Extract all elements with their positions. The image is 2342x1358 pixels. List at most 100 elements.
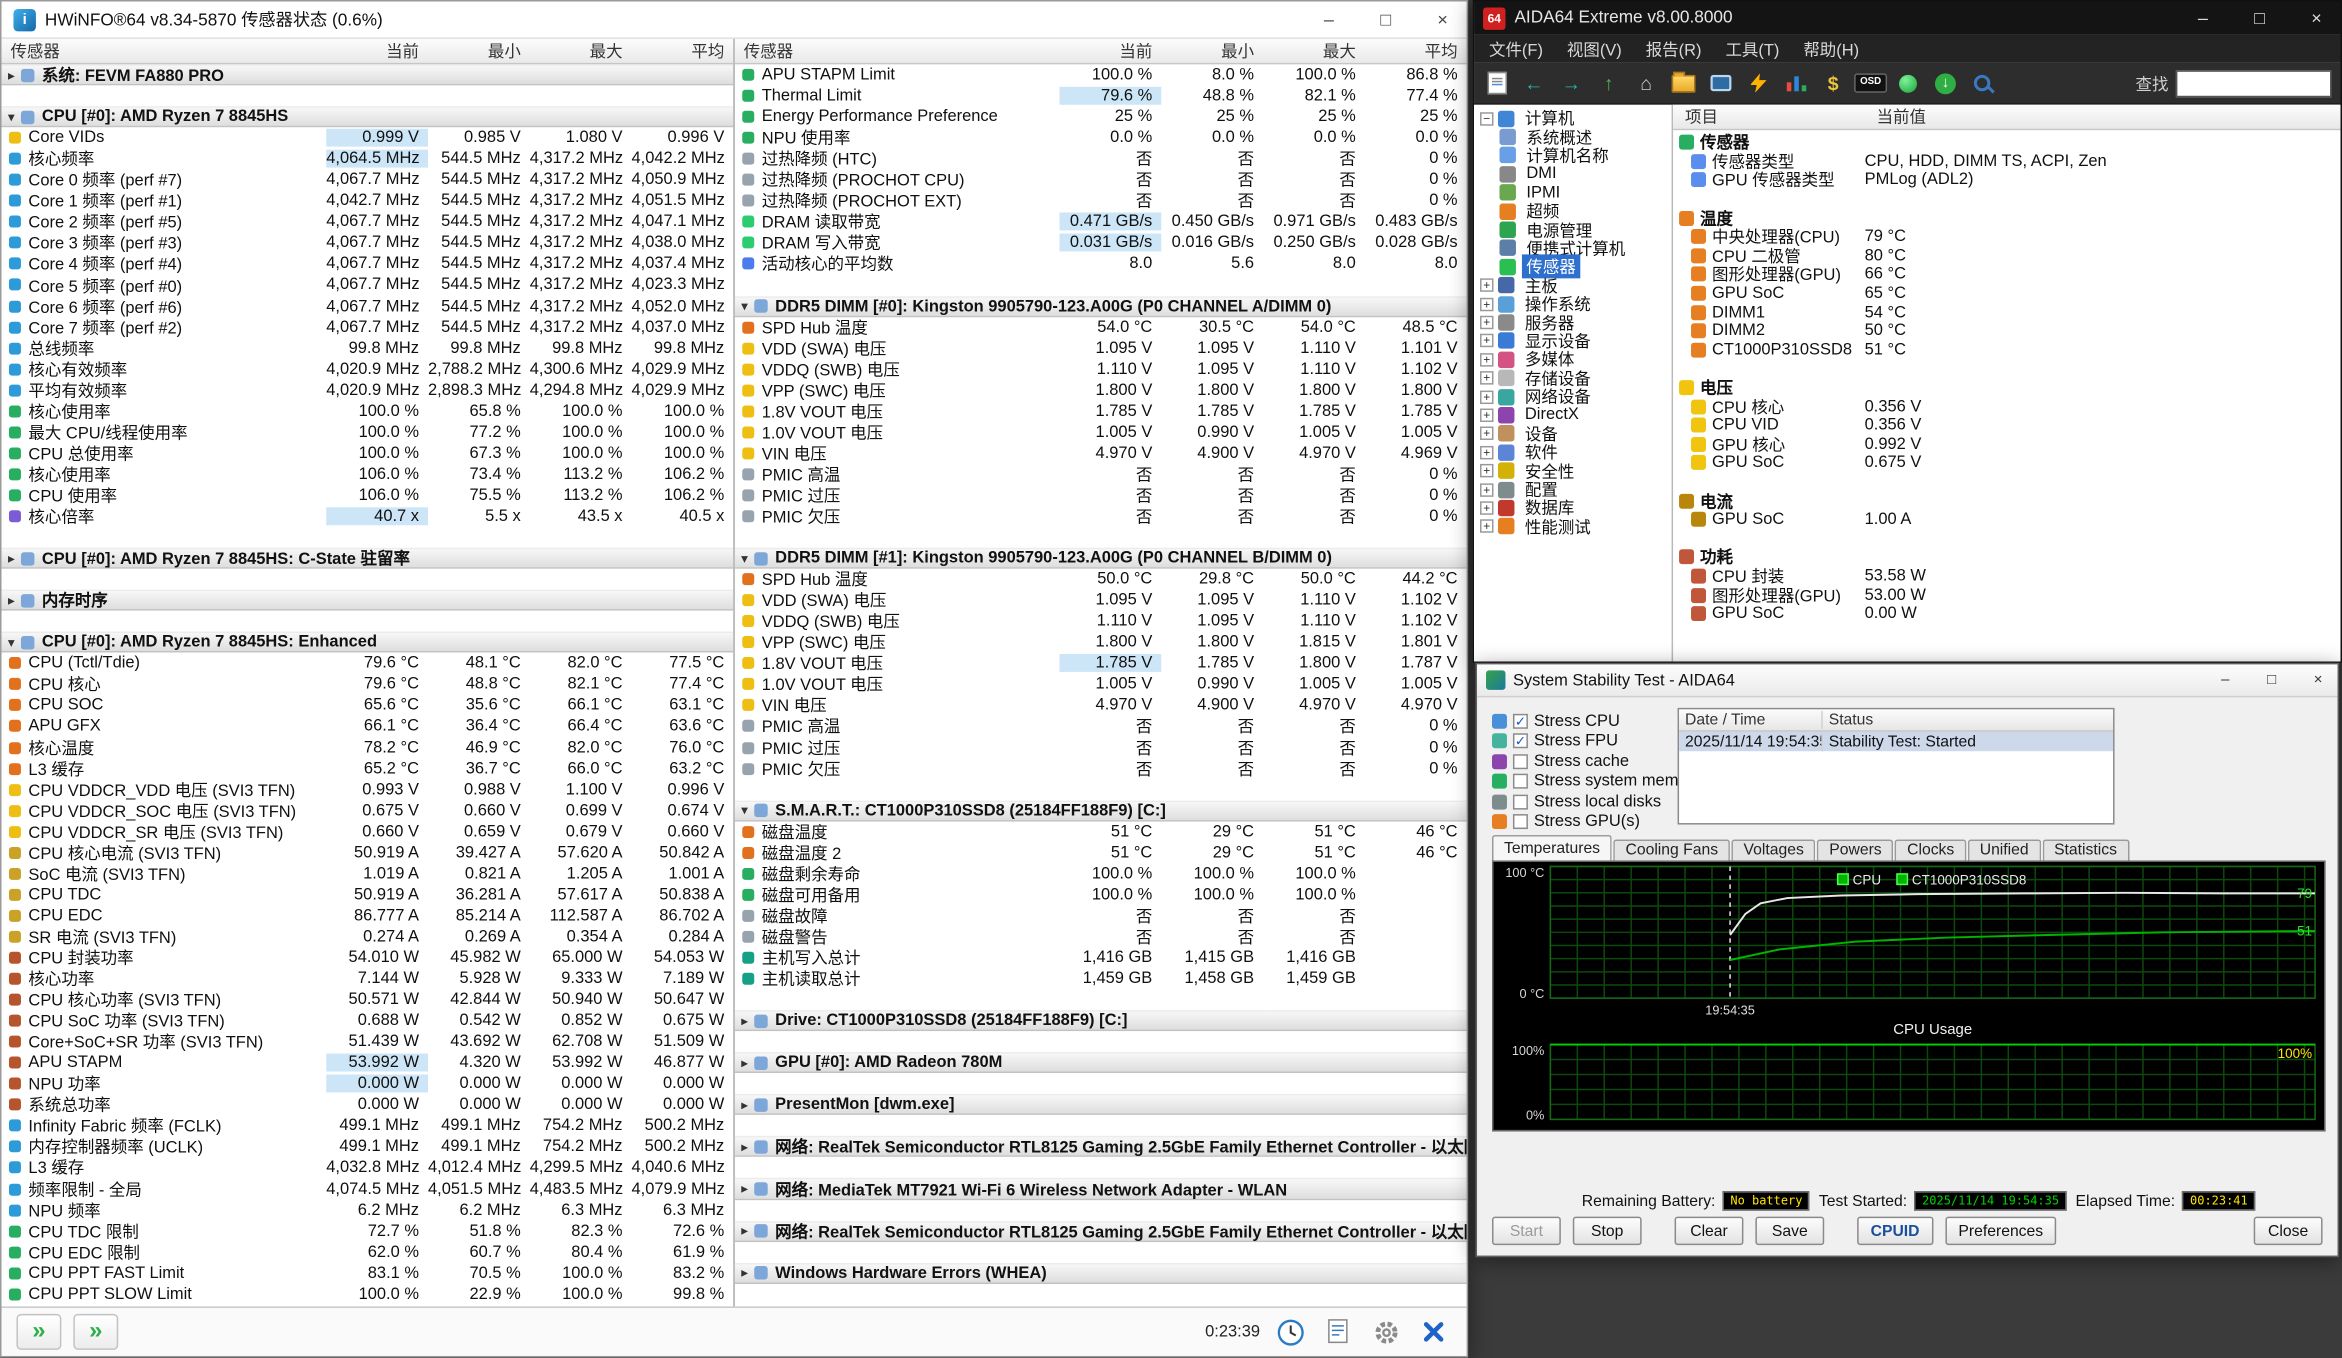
checkbox[interactable] <box>1512 774 1528 790</box>
sensor-row[interactable]: VDDQ (SWB) 电压 1.110 V 1.095 V 1.110 V 1.102 … <box>735 611 1467 632</box>
cpuid-button[interactable]: CPUID <box>1857 1216 1933 1246</box>
sensor-row[interactable]: 平均有效频率 4,020.9 MHz 2,898.3 MHz 4,294.8 MHz 4… <box>1 380 733 401</box>
sensor-row[interactable]: Core 0 频率 (perf #7) 4,067.7 MHz 544.5 MHz 4… <box>1 169 733 190</box>
expand-icon[interactable]: + <box>1480 371 1494 385</box>
sensor-row[interactable]: CPU PPT SLOW Limit 100.0 % 22.9 % 100.0 % 99… <box>1 1284 733 1305</box>
osd-icon[interactable]: OSD <box>1854 70 1888 97</box>
sensor-row[interactable]: Core 6 频率 (perf #6) 4,067.7 MHz 544.5 MHz 4… <box>1 296 733 317</box>
content-row[interactable]: GPU SoC 1.00 A <box>1673 510 2340 529</box>
sensor-row[interactable]: NPU 频率 6.2 MHz 6.2 MHz 6.3 MHz 6.3 MHz <box>1 1199 733 1220</box>
content-row[interactable]: GPU SoC 65 °C <box>1673 284 2340 303</box>
content-row[interactable]: GPU SoC 0.675 V <box>1673 454 2340 473</box>
folder-icon[interactable] <box>1670 70 1697 97</box>
expand-icon[interactable]: + <box>1480 297 1494 311</box>
sensor-row[interactable]: CPU PPT FAST Limit 83.1 % 70.5 % 100.0 % 83.… <box>1 1263 733 1284</box>
sensor-row[interactable]: L3 缓存 65.2 °C 36.7 °C 66.0 °C 63.2 °C <box>1 758 733 779</box>
tab-voltages[interactable]: Voltages <box>1731 839 1816 861</box>
tree-item-dmi[interactable]: DMI <box>1474 165 1672 184</box>
content-row[interactable]: DIMM1 54 °C <box>1673 303 2340 322</box>
expand-icon[interactable]: ▸ <box>735 1056 754 1069</box>
sensor-row[interactable]: 最大 CPU/线程使用率 100.0 % 77.2 % 100.0 % 100.0 % <box>1 422 733 443</box>
sensor-row[interactable]: 核心温度 78.2 °C 46.9 °C 82.0 °C 76.0 °C <box>1 737 733 758</box>
search-input[interactable] <box>2175 69 2332 97</box>
sensor-row[interactable]: Thermal Limit 79.6 % 48.8 % 82.1 % 77.4 % <box>735 85 1467 106</box>
collapse-icon[interactable]: ▾ <box>1 636 20 649</box>
chart-icon[interactable] <box>1782 70 1809 97</box>
sensor-row[interactable]: VIN 电压 4.970 V 4.900 V 4.970 V 4.970 V <box>735 695 1467 716</box>
menu-item[interactable]: 视图(V) <box>1555 37 1634 61</box>
sensor-row[interactable]: Infinity Fabric 频率 (FCLK) 499.1 MHz 499.1 … <box>1 1115 733 1136</box>
maximize-button[interactable]: □ <box>1362 1 1410 37</box>
stress-option[interactable]: Stress CPU <box>1492 711 1701 731</box>
sensor-row[interactable]: 系统总功率 0.000 W 0.000 W 0.000 W 0.000 W <box>1 1094 733 1115</box>
sensor-row[interactable]: L3 缓存 4,032.8 MHz 4,012.4 MHz 4,299.5 MHz 4,… <box>1 1157 733 1178</box>
close-button[interactable]: Close <box>2253 1216 2323 1246</box>
sensor-row[interactable]: 核心频率 4,064.5 MHz 544.5 MHz 4,317.2 MHz 4,042… <box>1 148 733 169</box>
expand-icon[interactable]: ▸ <box>735 1266 754 1279</box>
sensor-row[interactable]: CPU SOC 65.6 °C 35.6 °C 66.1 °C 63.1 °C <box>1 695 733 716</box>
monitor-icon[interactable] <box>1707 70 1734 97</box>
tab-unified[interactable]: Unified <box>1967 839 2041 861</box>
reset-minmax-button[interactable] <box>73 1313 119 1350</box>
sensor-row[interactable]: 1.8V VOUT 电压 1.785 V 1.785 V 1.800 V 1.787 V <box>735 653 1467 674</box>
stop-button[interactable]: Stop <box>1572 1216 1642 1246</box>
report-icon[interactable] <box>1483 70 1510 97</box>
collapse-icon[interactable]: ▾ <box>735 552 754 565</box>
minimize-button[interactable]: – <box>1305 1 1353 37</box>
content-row[interactable]: CPU 核心 0.356 V <box>1673 397 2340 417</box>
sensor-group-header[interactable]: ▸ GPU [#0]: AMD Radeon 780M <box>734 1052 1467 1074</box>
checkbox[interactable] <box>1512 753 1528 769</box>
close-button[interactable]: × <box>2293 1 2341 34</box>
sensor-group-header[interactable]: ▾ S.M.A.R.T.: CT1000P310SSD8 (25184FF188F… <box>734 800 1467 822</box>
sensor-row[interactable]: 核心使用率 100.0 % 65.8 % 100.0 % 100.0 % <box>1 401 733 422</box>
minimize-button[interactable]: – <box>2206 664 2245 695</box>
search-icon[interactable] <box>1969 70 1996 97</box>
sensor-row[interactable]: 过热降频 (PROCHOT CPU) 否否否 0 % <box>735 169 1467 190</box>
sensor-row[interactable]: VDD (SWA) 电压 1.095 V 1.095 V 1.110 V 1.102 V <box>735 590 1467 611</box>
sensor-row[interactable]: SPD Hub 温度 54.0 °C 30.5 °C 54.0 °C 48.5 °C <box>735 317 1467 338</box>
expand-icon[interactable]: + <box>1480 445 1494 460</box>
sensor-row[interactable]: 核心倍率 40.7 x 5.5 x 43.5 x 40.5 x <box>1 506 733 527</box>
log-column-status[interactable]: Status <box>1823 711 2113 729</box>
sensor-row[interactable]: 1.0V VOUT 电压 1.005 V 0.990 V 1.005 V 1.005 V <box>735 674 1467 695</box>
sensor-row[interactable]: CPU TDC 限制 72.7 % 51.8 % 82.3 % 72.6 % <box>1 1221 733 1242</box>
sensor-row[interactable]: 1.8V VOUT 电压 1.785 V 1.785 V 1.785 V 1.785 V <box>735 401 1467 422</box>
expand-icon[interactable]: + <box>1480 315 1494 330</box>
sensor-row[interactable]: 主机读取总计 1,459 GB 1,458 GB 1,459 GB <box>735 968 1467 989</box>
expand-icon[interactable]: + <box>1480 389 1494 404</box>
expand-icon[interactable]: + <box>1480 352 1494 367</box>
expand-icon[interactable]: ▸ <box>1 594 20 607</box>
close-button[interactable]: × <box>2299 664 2338 695</box>
column-current[interactable]: 当前 <box>326 39 428 63</box>
content-row[interactable]: GPU 核心 0.992 V <box>1673 435 2340 455</box>
expand-icon[interactable]: + <box>1480 482 1494 497</box>
lightning-icon[interactable] <box>1745 70 1772 97</box>
column-sensor[interactable]: 传感器 <box>1 39 326 63</box>
sensor-row[interactable]: APU GFX 66.1 °C 36.4 °C 66.4 °C 63.6 °C <box>1 716 733 737</box>
tab-cooling-fans[interactable]: Cooling Fans <box>1613 839 1731 861</box>
expand-icon[interactable]: + <box>1480 426 1494 441</box>
sensor-row[interactable]: Core 4 频率 (perf #4) 4,067.7 MHz 544.5 MHz 4… <box>1 254 733 275</box>
sensor-row[interactable]: NPU 使用率 0.0 % 0.0 % 0.0 % 0.0 % <box>735 127 1467 148</box>
sensor-row[interactable]: 磁盘警告否否否 <box>735 926 1467 947</box>
sensor-row[interactable]: 核心有效频率 4,020.9 MHz 2,788.2 MHz 4,300.6 MHz 4… <box>1 359 733 380</box>
sensor-row[interactable]: PMIC 过压否否否 0 % <box>735 485 1467 506</box>
sensor-row[interactable]: CPU 核心功率 (SVI3 TFN) 50.571 W 42.844 W 50.94… <box>1 989 733 1010</box>
reset-values-button[interactable] <box>16 1313 62 1350</box>
forward-icon[interactable]: → <box>1558 70 1585 97</box>
column-max[interactable]: 最大 <box>530 39 632 63</box>
content-row[interactable]: DIMM2 50 °C <box>1673 322 2340 341</box>
tree-item-name[interactable]: 计算机名称 <box>1474 146 1672 166</box>
expand-icon[interactable]: ▸ <box>735 1098 754 1111</box>
sensor-row[interactable]: Energy Performance Preference 25 % 25 % 25 … <box>735 106 1467 127</box>
exit-button[interactable] <box>1416 1314 1452 1350</box>
sensor-row[interactable]: 磁盘温度 2 51 °C 29 °C 51 °C 46 °C <box>735 842 1467 863</box>
sensor-panel-icon[interactable] <box>1895 70 1922 97</box>
close-button[interactable]: × <box>1419 1 1467 37</box>
content-row[interactable]: GPU SoC 0.00 W <box>1673 604 2340 623</box>
sensor-row[interactable]: 1.0V VOUT 电压 1.005 V 0.990 V 1.005 V 1.005 V <box>735 422 1467 443</box>
tab-statistics[interactable]: Statistics <box>2042 839 2129 861</box>
column-current-value[interactable]: 当前值 <box>1877 105 1926 129</box>
stress-option[interactable]: Stress local disks <box>1492 792 1701 812</box>
sensor-row[interactable]: 主机写入总计 1,416 GB 1,415 GB 1,416 GB <box>735 947 1467 968</box>
